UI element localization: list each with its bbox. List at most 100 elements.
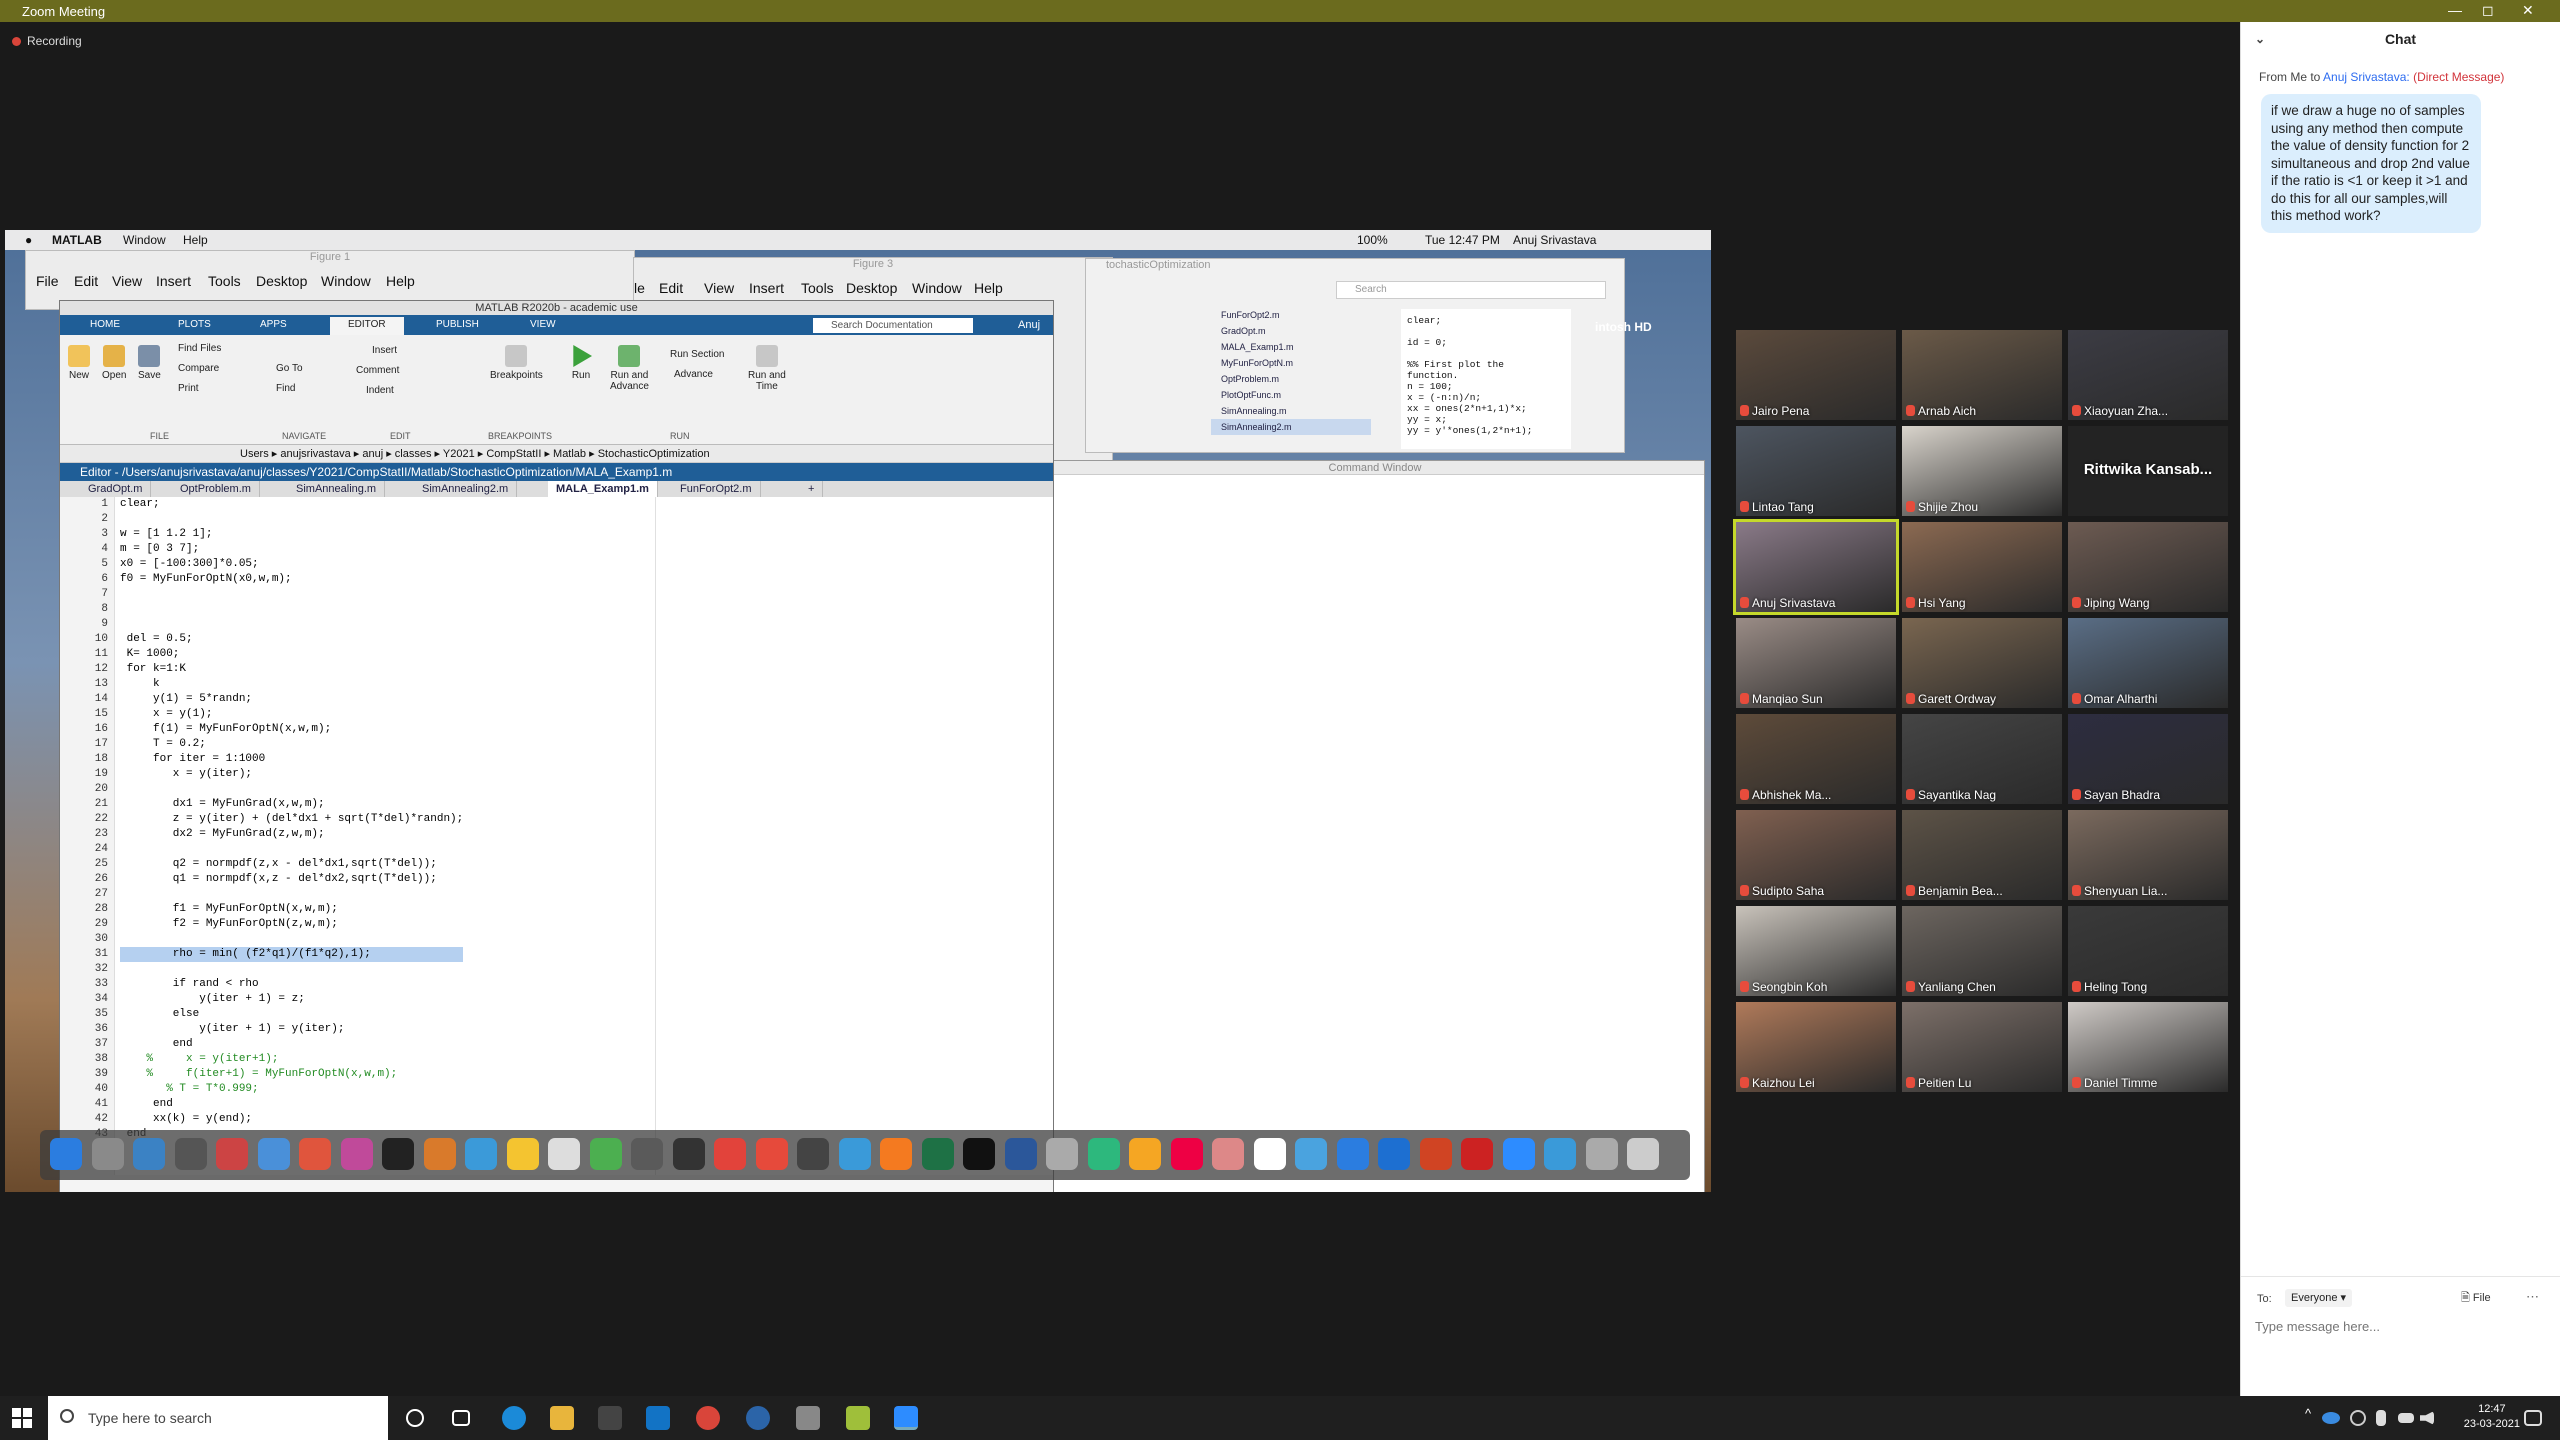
participant-tile[interactable]: Heling Tong xyxy=(2068,906,2228,996)
code-line[interactable]: % T = T*0.999; xyxy=(120,1082,463,1097)
dock-app-icon[interactable] xyxy=(1378,1138,1410,1170)
dock-app-icon[interactable] xyxy=(1336,1138,1369,1170)
dock-app-icon[interactable] xyxy=(423,1138,456,1170)
code-editor[interactable]: 1 2 3 4 5 6 7 8 9 10 11 12 13 14 15 16 17 18 19 20 21 22 23 24 2… xyxy=(60,497,1053,1175)
settings-icon[interactable] xyxy=(796,1406,820,1430)
code-line[interactable]: K= 1000; xyxy=(120,647,463,662)
file-item[interactable]: MALA_Examp1.m xyxy=(1211,339,1371,355)
tab-publish[interactable]: PUBLISH xyxy=(436,319,479,330)
advance-button[interactable]: Advance xyxy=(674,369,713,380)
file-browser-window[interactable]: tochasticOptimization Search FunForOpt2.… xyxy=(1085,258,1625,453)
participant-tile[interactable]: Xiaoyuan Zha... xyxy=(2068,330,2228,420)
code-line[interactable]: xx(k) = y(end); xyxy=(120,1112,463,1127)
dock-app-icon[interactable] xyxy=(174,1138,207,1170)
print-button[interactable]: Print xyxy=(178,383,199,394)
code-line[interactable]: x0 = [-100:300]*0.05; xyxy=(120,557,463,572)
figure3-menu-edit[interactable]: Edit xyxy=(659,280,683,296)
code-line[interactable]: y(1) = 5*randn; xyxy=(120,692,463,707)
path-segment[interactable]: Y2021 xyxy=(443,448,475,460)
figure1-menu-window[interactable]: Window xyxy=(321,273,371,289)
compare-button[interactable]: Compare xyxy=(178,363,219,374)
chat-message-input[interactable] xyxy=(2255,1315,2545,1337)
code-line[interactable] xyxy=(120,587,463,602)
line-number[interactable]: 7 xyxy=(60,587,114,602)
participant-tile[interactable]: Jairo Pena xyxy=(1736,330,1896,420)
line-number[interactable]: 22 xyxy=(60,812,114,827)
dock-app-icon[interactable] xyxy=(1170,1138,1203,1170)
battery-icon[interactable] xyxy=(2398,1413,2414,1423)
chrome-icon[interactable] xyxy=(696,1406,720,1430)
find-files-button[interactable]: Find Files xyxy=(178,343,221,354)
participant-tile[interactable]: Arnab Aich xyxy=(1902,330,2062,420)
participant-tile[interactable]: Garett Ordway xyxy=(1902,618,2062,708)
network-icon[interactable] xyxy=(2350,1410,2366,1426)
participant-tile[interactable]: Peitien Lu xyxy=(1902,1002,2062,1092)
close-icon[interactable]: ✕ xyxy=(2522,2,2534,19)
dock-app-icon[interactable] xyxy=(257,1138,290,1170)
path-segment[interactable]: StochasticOptimization xyxy=(598,448,710,460)
dock-app-icon[interactable] xyxy=(299,1138,331,1170)
figure1-menu-edit[interactable]: Edit xyxy=(74,273,98,289)
dock-app-icon[interactable] xyxy=(880,1138,912,1170)
insert-button[interactable]: Insert xyxy=(372,345,397,356)
line-number[interactable]: 34 xyxy=(60,992,114,1007)
store-icon[interactable] xyxy=(598,1406,622,1430)
code-line[interactable] xyxy=(120,842,463,857)
code-line[interactable]: dx2 = MyFunGrad(z,w,m); xyxy=(120,827,463,842)
dock-app-icon[interactable] xyxy=(797,1138,829,1170)
line-number[interactable]: 16 xyxy=(60,722,114,737)
line-number[interactable]: 2 xyxy=(60,512,114,527)
search-documentation-input[interactable]: Search Documentation xyxy=(813,318,973,333)
code-line[interactable] xyxy=(120,617,463,632)
dock-app-icon[interactable] xyxy=(1212,1138,1244,1170)
dock-app-icon[interactable] xyxy=(1419,1138,1452,1170)
tab-view[interactable]: VIEW xyxy=(530,319,556,330)
file-explorer-icon[interactable] xyxy=(550,1406,574,1430)
code-line[interactable]: y(iter + 1) = z; xyxy=(120,992,463,1007)
figure3-menu-desktop[interactable]: Desktop xyxy=(846,280,897,296)
goto-button[interactable]: Go To xyxy=(276,363,303,374)
windows-start-icon[interactable] xyxy=(12,1408,32,1428)
mail-icon[interactable] xyxy=(646,1406,670,1430)
code-line[interactable] xyxy=(120,962,463,977)
line-number[interactable]: 1 xyxy=(60,497,114,512)
taskbar-search[interactable]: Type here to search xyxy=(48,1396,388,1440)
code-line[interactable] xyxy=(120,932,463,947)
find-button[interactable]: Find xyxy=(276,383,295,394)
code-line[interactable]: f2 = MyFunForOptN(z,w,m); xyxy=(120,917,463,932)
file-item[interactable]: GradOpt.m xyxy=(1211,323,1371,339)
line-number[interactable]: 27 xyxy=(60,887,114,902)
tab-editor[interactable]: EDITOR xyxy=(330,317,404,335)
zoom-taskbar-icon[interactable] xyxy=(894,1406,918,1430)
line-number[interactable]: 3 xyxy=(60,527,114,542)
line-number[interactable]: 6 xyxy=(60,572,114,587)
line-number[interactable]: 14 xyxy=(60,692,114,707)
participant-tile[interactable]: Sudipto Saha xyxy=(1736,810,1896,900)
participant-tile[interactable]: Rittwika Kansab... xyxy=(2068,426,2228,516)
participant-tile[interactable]: Yanliang Chen xyxy=(1902,906,2062,996)
file-item[interactable]: FunForOpt2.m xyxy=(1211,307,1371,323)
path-segment[interactable]: anuj xyxy=(362,448,383,460)
code-line[interactable]: f1 = MyFunForOptN(x,w,m); xyxy=(120,902,463,917)
line-number[interactable]: 13 xyxy=(60,677,114,692)
code-line[interactable]: f(1) = MyFunForOptN(x,w,m); xyxy=(120,722,463,737)
menu-help[interactable]: Help xyxy=(183,233,208,247)
chevron-up-icon[interactable]: ^ xyxy=(2296,1406,2320,1430)
menu-window[interactable]: Window xyxy=(123,233,166,247)
figure1-menu-file[interactable]: File xyxy=(36,273,59,289)
dock-app-icon[interactable] xyxy=(1253,1138,1286,1170)
matlab-window[interactable]: MATLAB R2020b - academic use HOME PLOTS … xyxy=(59,300,1054,1192)
line-number[interactable]: 39 xyxy=(60,1067,114,1082)
dock-app-icon[interactable] xyxy=(1046,1138,1078,1170)
microphone-icon[interactable] xyxy=(2376,1410,2386,1426)
tab-plots[interactable]: PLOTS xyxy=(178,319,211,330)
code-line[interactable]: for iter = 1:1000 xyxy=(120,752,463,767)
participant-tile[interactable]: Hsi Yang xyxy=(1902,522,2062,612)
line-number[interactable]: 24 xyxy=(60,842,114,857)
file-tab[interactable]: SimAnnealing.m xyxy=(288,481,386,497)
participant-tile[interactable]: Abhishek Ma... xyxy=(1736,714,1896,804)
dock-app-icon[interactable] xyxy=(1585,1138,1618,1170)
run-section-button[interactable]: Run Section xyxy=(670,349,724,360)
line-number[interactable]: 8 xyxy=(60,602,114,617)
apple-icon[interactable]: ● xyxy=(25,233,32,247)
